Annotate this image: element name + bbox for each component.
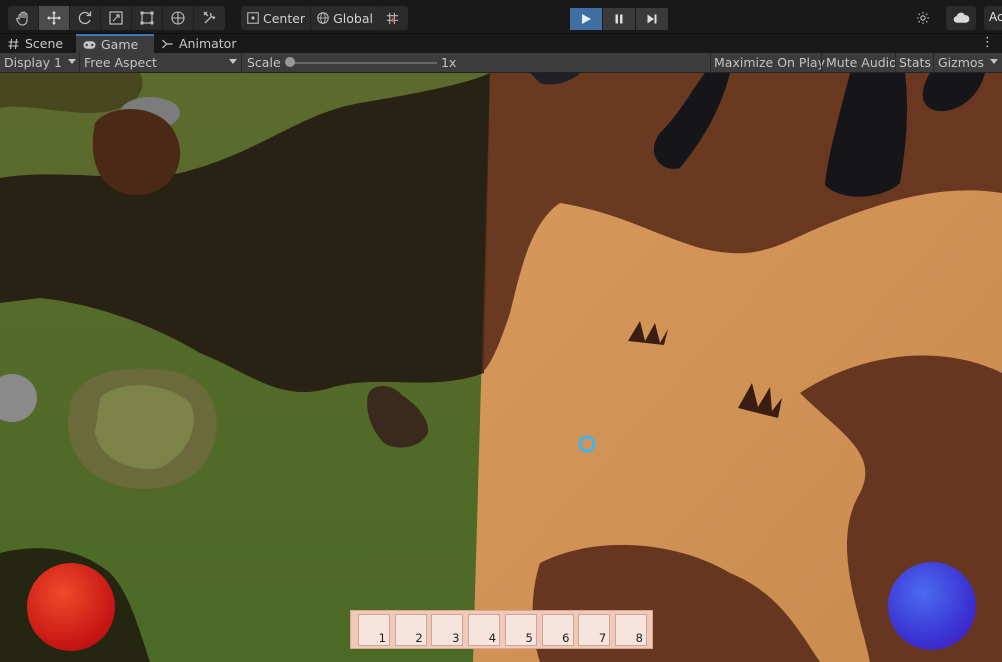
grid-snap-button[interactable] bbox=[376, 6, 408, 30]
aspect-label: Free Aspect bbox=[84, 55, 157, 70]
play-icon bbox=[582, 14, 591, 24]
play-controls bbox=[570, 8, 669, 30]
transform-tools bbox=[8, 6, 225, 30]
stats-button[interactable]: Stats bbox=[899, 55, 931, 70]
tab-menu-icon[interactable]: ⋮ bbox=[981, 35, 994, 50]
move-tool-button[interactable] bbox=[39, 6, 70, 30]
scale-slider-handle[interactable] bbox=[285, 57, 295, 67]
tab-animator-label: Animator bbox=[179, 36, 237, 51]
rotate-icon bbox=[78, 11, 92, 25]
tab-animator[interactable]: Animator bbox=[154, 34, 244, 53]
hotbar-slot[interactable]: 3 bbox=[431, 614, 464, 646]
hotbar-slot[interactable]: 5 bbox=[504, 614, 537, 646]
scale-tool-button[interactable] bbox=[101, 6, 132, 30]
hotbar-slot[interactable]: 8 bbox=[614, 614, 647, 646]
maximize-on-play-button[interactable]: Maximize On Play bbox=[714, 55, 825, 70]
transform-icon bbox=[171, 11, 185, 25]
chevron-down-icon bbox=[990, 59, 998, 64]
globe-icon bbox=[317, 12, 329, 24]
rect-transform-icon bbox=[140, 11, 154, 25]
display-label: Display 1 bbox=[4, 55, 63, 70]
hotbar-slot-number: 6 bbox=[562, 631, 570, 645]
rotate-tool-button[interactable] bbox=[70, 6, 101, 30]
hotbar-slot[interactable]: 1 bbox=[358, 614, 390, 646]
play-button[interactable] bbox=[570, 8, 602, 30]
step-button[interactable] bbox=[636, 8, 668, 30]
hash-icon bbox=[8, 38, 19, 49]
game-scene-render bbox=[0, 73, 1002, 662]
hotbar-slot-number: 3 bbox=[452, 631, 460, 645]
hotbar-slot-number: 5 bbox=[525, 631, 533, 645]
hotbar-slot[interactable]: 7 bbox=[578, 614, 611, 646]
mana-orb bbox=[888, 562, 976, 650]
tools-icon bbox=[203, 11, 215, 24]
hand-icon bbox=[16, 11, 28, 26]
game-viewport[interactable] bbox=[0, 73, 1002, 662]
hotbar-slot[interactable]: 6 bbox=[541, 614, 574, 646]
rect-tool-button[interactable] bbox=[132, 6, 163, 30]
health-orb bbox=[27, 563, 115, 651]
tab-scene-label: Scene bbox=[25, 36, 64, 51]
account-button[interactable]: Ac bbox=[984, 6, 1002, 30]
handle-position-group: Center Global bbox=[241, 6, 378, 30]
hotbar-slot-number: 2 bbox=[415, 631, 423, 645]
tab-scene[interactable]: Scene bbox=[0, 34, 76, 53]
hotbar-slot[interactable]: 4 bbox=[468, 614, 501, 646]
lighting-button[interactable] bbox=[908, 6, 938, 30]
transform-tool-button[interactable] bbox=[163, 6, 194, 30]
hand-tool-button[interactable] bbox=[8, 6, 39, 30]
step-icon bbox=[647, 14, 657, 24]
pivot-label: Center bbox=[263, 10, 306, 26]
editor-tabbar: Scene Game Animator ⋮ bbox=[0, 34, 1002, 53]
animator-icon bbox=[162, 39, 173, 48]
move-icon bbox=[47, 11, 61, 25]
game-view-controls: Display 1 Free Aspect Scale 1x Maximize … bbox=[0, 53, 1002, 73]
mute-audio-button[interactable]: Mute Audio bbox=[826, 55, 897, 70]
scale-slider[interactable] bbox=[287, 62, 437, 64]
pivot-icon bbox=[247, 12, 259, 24]
cloud-button[interactable] bbox=[946, 6, 976, 30]
space-global-button[interactable]: Global bbox=[311, 6, 378, 30]
pivot-center-button[interactable]: Center bbox=[241, 6, 312, 30]
custom-tool-button[interactable] bbox=[194, 6, 225, 30]
pause-button[interactable] bbox=[603, 8, 635, 30]
hotbar-slot-number: 8 bbox=[635, 631, 643, 645]
hotbar-slot[interactable]: 2 bbox=[394, 614, 427, 646]
scale-label: Scale bbox=[247, 55, 281, 70]
tab-game-label: Game bbox=[101, 37, 139, 52]
chevron-down-icon bbox=[68, 59, 76, 64]
hotbar-slot-number: 1 bbox=[378, 631, 386, 645]
grid-snap-icon bbox=[386, 12, 398, 24]
hotbar-slot-number: 4 bbox=[488, 631, 497, 645]
toolbar-right: Ac bbox=[908, 6, 1002, 30]
gamepad-icon bbox=[83, 40, 96, 49]
sun-icon bbox=[916, 11, 930, 25]
chevron-down-icon bbox=[229, 59, 237, 64]
gizmos-label: Gizmos bbox=[938, 55, 985, 70]
cloud-icon bbox=[953, 12, 969, 23]
pause-icon bbox=[615, 14, 623, 24]
main-toolbar: Center Global Ac bbox=[0, 0, 1002, 34]
tab-game[interactable]: Game bbox=[76, 34, 154, 53]
scale-icon bbox=[109, 11, 123, 25]
hotbar-slot-number: 7 bbox=[598, 631, 607, 645]
space-label: Global bbox=[333, 10, 373, 26]
scale-value: 1x bbox=[441, 55, 457, 70]
